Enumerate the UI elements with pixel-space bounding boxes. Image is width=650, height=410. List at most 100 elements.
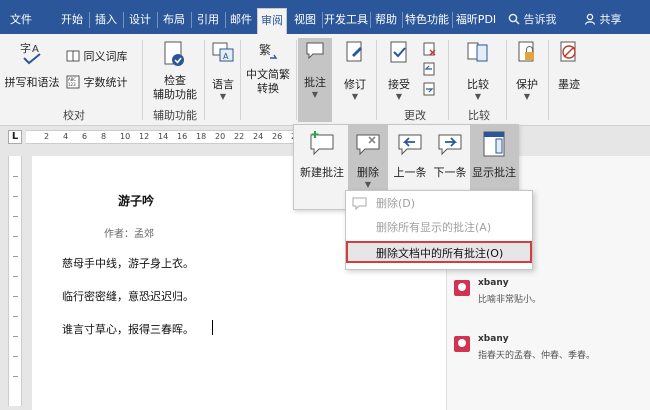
tab-home[interactable]: 开始 bbox=[56, 9, 88, 31]
ruler-tick: 6 bbox=[82, 132, 88, 141]
lock-icon bbox=[518, 41, 534, 62]
protect-label: 保护 bbox=[516, 78, 538, 91]
reject-change-icon bbox=[423, 42, 436, 56]
group-label-accessibility: 辅助功能 bbox=[153, 109, 197, 122]
protect-button[interactable]: 保护 ▼ bbox=[510, 40, 544, 102]
comment-icon bbox=[306, 42, 324, 60]
ruler-tick: 4 bbox=[63, 132, 69, 141]
delete-dropdown-menu: 删除(D) 删除所有显示的批注(A) 删除文档中的所有批注(O) bbox=[345, 190, 533, 270]
chinese-conversion-button[interactable]: 繁 中文简繁 转换 bbox=[242, 40, 294, 96]
comments-button[interactable]: 批注 ▼ bbox=[298, 38, 332, 122]
tab-references[interactable]: 引用 bbox=[192, 9, 224, 31]
avatar bbox=[454, 336, 470, 352]
chevron-down-icon: ▼ bbox=[523, 92, 531, 101]
previous-comment-button[interactable]: 上一条 bbox=[390, 129, 430, 180]
next-comment-icon bbox=[438, 134, 462, 156]
comment-card[interactable]: xbany 指春天的孟春、仲春、季春。 bbox=[450, 334, 646, 378]
tab-mailings[interactable]: 邮件 bbox=[226, 9, 256, 31]
search-icon bbox=[508, 13, 520, 25]
tab-foxit-pdf[interactable]: 福昕PDI bbox=[453, 9, 499, 31]
accessibility-check-icon bbox=[164, 41, 184, 66]
comment-card[interactable]: xbany 比喻非常贴小。 bbox=[450, 278, 646, 322]
word-count-icon: ABC123 bbox=[66, 75, 80, 89]
show-comments-button[interactable]: 显示批注 bbox=[470, 125, 518, 191]
tab-file[interactable]: 文件 bbox=[4, 9, 38, 31]
thesaurus-button[interactable]: 同义词库 bbox=[66, 48, 138, 64]
group-label-proofing: 校对 bbox=[63, 109, 85, 122]
next-comment-label: 下一条 bbox=[433, 166, 467, 179]
ink-button[interactable]: 墨迹 bbox=[552, 40, 586, 92]
delete-comment-icon bbox=[352, 197, 367, 211]
text-cursor bbox=[212, 320, 213, 335]
vertical-ruler[interactable] bbox=[8, 156, 22, 406]
document-title: 游子吟 bbox=[118, 194, 155, 208]
thesaurus-icon bbox=[66, 50, 80, 62]
compare-label: 比较 bbox=[467, 78, 489, 91]
spelling-grammar-button[interactable]: 字A 拼写和语法 bbox=[4, 40, 60, 90]
ruler-tick: 2 bbox=[44, 132, 50, 141]
tab-insert[interactable]: 插入 bbox=[90, 9, 122, 31]
tab-stop-selector[interactable]: L bbox=[8, 130, 22, 144]
comment-text: 指春天的孟春、仲春、季春。 bbox=[478, 351, 596, 361]
tab-review[interactable]: 审阅 bbox=[257, 8, 287, 34]
delete-comment-button[interactable]: 删除 ▼ bbox=[348, 125, 388, 191]
check-accessibility-label-2: 辅助功能 bbox=[153, 88, 197, 101]
svg-text:A: A bbox=[223, 52, 229, 61]
tab-layout[interactable]: 布局 bbox=[158, 9, 190, 31]
poem-line-2: 临行密密缝，意恐迟迟归。 bbox=[62, 290, 194, 303]
person-icon bbox=[584, 13, 596, 25]
chevron-down-icon: ▼ bbox=[219, 92, 227, 101]
next-comment-button[interactable]: 下一条 bbox=[430, 129, 470, 180]
ribbon-tab-bar: 文件 开始 插入 设计 布局 引用 邮件 审阅 视图 开发工具 帮助 特色功能 … bbox=[0, 0, 650, 34]
previous-comment-label: 上一条 bbox=[393, 166, 427, 179]
ruler-tick: 8 bbox=[101, 132, 107, 141]
ruler-tick: 22 bbox=[234, 132, 245, 141]
tell-me-label: 告诉我 bbox=[523, 13, 557, 26]
document-author: 作者：孟郊 bbox=[104, 229, 154, 240]
delete-comment-icon bbox=[356, 134, 380, 156]
accept-button[interactable]: 接受 ▼ bbox=[382, 40, 416, 102]
word-count-button[interactable]: ABC 123 字数统计 bbox=[66, 74, 138, 90]
chevron-down-icon: ▼ bbox=[351, 92, 359, 101]
next-change-button[interactable] bbox=[420, 82, 440, 99]
accept-change-icon bbox=[390, 41, 407, 63]
ruler-tick: 10 bbox=[120, 132, 131, 141]
new-comment-button[interactable]: 新建批注 bbox=[298, 129, 346, 180]
comment-author: xbany bbox=[478, 334, 509, 344]
check-accessibility-label-1: 检查 bbox=[164, 74, 186, 87]
next-change-icon bbox=[423, 82, 435, 96]
ruler-tick: 20 bbox=[215, 132, 226, 141]
ruler-tick: 12 bbox=[139, 132, 150, 141]
tab-developer[interactable]: 开发工具 bbox=[323, 9, 369, 31]
word-count-label: 字数统计 bbox=[83, 76, 128, 89]
tracking-button[interactable]: 修订 ▼ bbox=[338, 40, 372, 102]
spelling-grammar-label: 拼写和语法 bbox=[4, 76, 60, 89]
ribbon: 字A 拼写和语法 同义词库 ABC 123 字数统计 校对 检查 辅助功能 辅助功… bbox=[0, 34, 650, 126]
chinese-conversion-label-1: 中文简繁 bbox=[246, 68, 290, 81]
tell-me-box[interactable]: 告诉我 bbox=[508, 9, 557, 31]
tab-help[interactable]: 帮助 bbox=[371, 9, 401, 31]
tab-design[interactable]: 设计 bbox=[124, 9, 156, 31]
chevron-down-icon: ▼ bbox=[364, 180, 372, 189]
menu-item-delete-all-shown[interactable]: 删除所有显示的批注(A) bbox=[346, 217, 532, 239]
menu-item-delete-all-in-document[interactable]: 删除文档中的所有批注(O) bbox=[346, 241, 532, 263]
group-label-compare: 比较 bbox=[468, 109, 490, 122]
chevron-down-icon: ▼ bbox=[311, 90, 319, 99]
new-comment-label: 新建批注 bbox=[300, 166, 344, 179]
language-icon: A bbox=[212, 42, 234, 62]
tab-special-features[interactable]: 特色功能 bbox=[403, 9, 451, 31]
reject-button[interactable] bbox=[420, 42, 440, 59]
poem-line-3: 谁言寸草心，报得三春晖。 bbox=[62, 323, 194, 336]
compare-button[interactable]: 比较 ▼ bbox=[456, 40, 500, 102]
previous-change-button[interactable] bbox=[420, 62, 440, 79]
menu-item-delete-label: 删除(D) bbox=[376, 197, 416, 210]
check-accessibility-button[interactable]: 检查 辅助功能 bbox=[148, 40, 202, 102]
share-button[interactable]: 共享 bbox=[584, 9, 622, 31]
tab-view[interactable]: 视图 bbox=[289, 9, 321, 31]
svg-text:123: 123 bbox=[68, 82, 76, 87]
menu-item-delete[interactable]: 删除(D) bbox=[346, 193, 532, 215]
new-comment-icon bbox=[310, 131, 334, 156]
previous-comment-icon bbox=[398, 134, 422, 156]
delete-comment-label: 删除 bbox=[357, 166, 379, 179]
language-button[interactable]: A 语言 ▼ bbox=[208, 40, 238, 102]
